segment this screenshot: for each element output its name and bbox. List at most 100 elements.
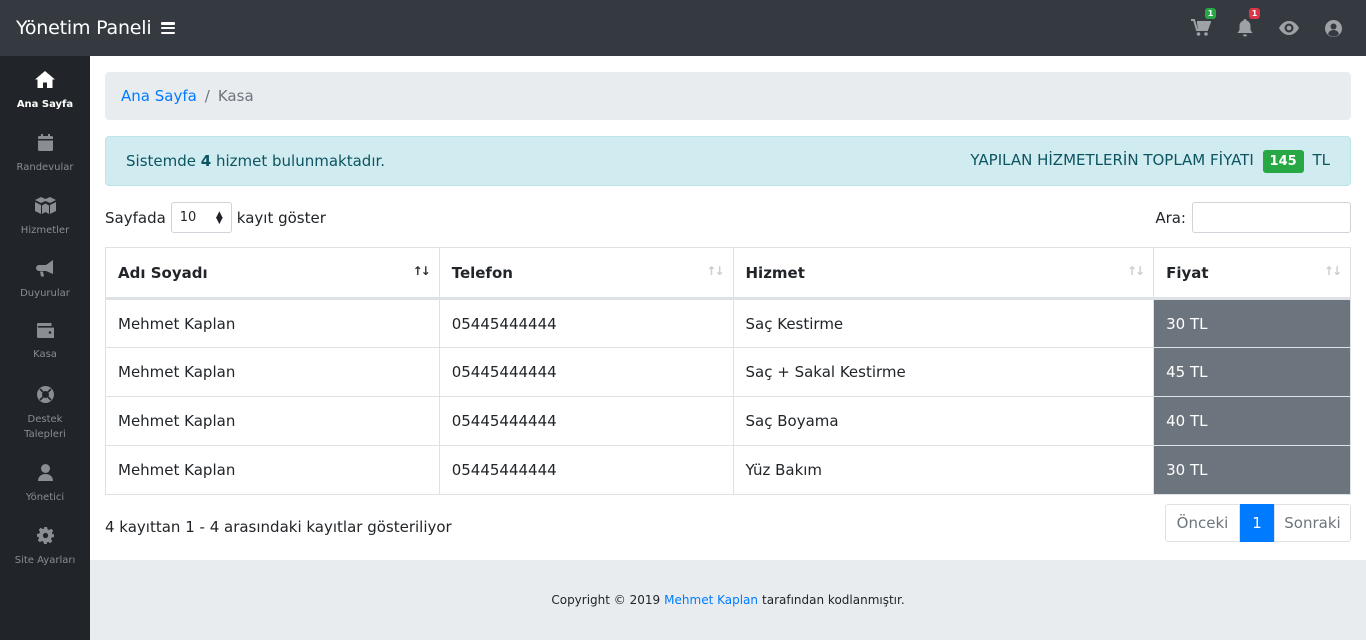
search-input[interactable] [1192, 202, 1351, 233]
menu-toggle-icon[interactable] [161, 22, 176, 34]
wallet-icon [36, 323, 54, 342]
pagination: Önceki 1 Sonraki [1165, 504, 1351, 542]
page-length-control: Sayfada 10 ▲ ▼ kayıt göster [105, 202, 326, 233]
summary-alert: Sistemde 4 hizmet bulunmaktadır. YAPILAN… [105, 136, 1351, 186]
sidebar-item-ana-sayfa[interactable]: Ana Sayfa [0, 56, 90, 119]
sidebar-item-label: Kasa [33, 349, 57, 360]
services-table: Adı Soyadı ↑↓ Telefon ↑↓ Hizmet ↑↓ Fiyat ↑↓ … [105, 247, 1351, 495]
total-badge: 145 [1262, 149, 1304, 173]
cell-price: 30 TL [1153, 298, 1351, 348]
column-header-phone[interactable]: Telefon ↑↓ [438, 247, 734, 300]
header-label: Adı Soyadı [118, 263, 208, 282]
cell-price: 40 TL [1153, 396, 1351, 446]
sidebar-item-label: Ana Sayfa [16, 99, 74, 110]
lifering-icon [36, 386, 54, 407]
pagination-next[interactable]: Sonraki [1274, 504, 1351, 542]
sidebar-item-label: Randevular [16, 162, 74, 173]
page-length-select[interactable]: 10 ▲ ▼ [170, 202, 232, 233]
cell-service: Yüz Bakım [732, 445, 1155, 495]
top-icons: 1 1 [1190, 0, 1344, 56]
cell-name: Mehmet Kaplan [105, 347, 440, 397]
cell-price: 45 TL [1153, 347, 1351, 397]
cell-phone: 05445444444 [438, 298, 734, 348]
table-row: Mehmet Kaplan 05445444444 Saç Kestirme 3… [105, 298, 1351, 348]
total-price-text: YAPILAN HİZMETLERİN TOPLAM FİYATI 145 TL [970, 149, 1330, 173]
sort-icon: ↑↓ [1323, 264, 1342, 278]
cell-service: Saç Kestirme [732, 298, 1155, 348]
table-row: Mehmet Kaplan 05445444444 Saç Boyama 40 … [105, 396, 1351, 446]
cell-name: Mehmet Kaplan [105, 396, 440, 446]
breadcrumb-home-link[interactable]: Ana Sayfa [121, 87, 197, 105]
breadcrumb-separator: / [204, 87, 210, 105]
service-count-text: Sistemde 4 hizmet bulunmaktadır. [126, 152, 385, 170]
breadcrumb-current: Kasa [217, 87, 254, 105]
home-icon [35, 71, 55, 92]
sort-icon: ↑↓ [1127, 264, 1145, 278]
cell-phone: 05445444444 [438, 347, 734, 397]
pagination-page-1[interactable]: 1 [1240, 504, 1274, 542]
bell-badge: 1 [1249, 8, 1260, 19]
sidebar-item-label: Duyurular [20, 288, 70, 299]
sidebar-item-label: Site Ayarları [14, 555, 76, 566]
footer: Copyright © 2019 Mehmet Kaplan tarafında… [90, 560, 1366, 640]
sidebar: Ana Sayfa Randevular Hizmetler Duyurular… [0, 56, 90, 640]
sidebar-item-destek-talepleri[interactable]: Destek Talepleri [0, 371, 90, 449]
pagination-previous[interactable]: Önceki [1165, 504, 1240, 542]
bell-icon[interactable]: 1 [1234, 8, 1260, 39]
cell-name: Mehmet Kaplan [105, 298, 440, 348]
table-search: Ara: [1155, 202, 1351, 233]
boxes-icon [34, 197, 56, 218]
column-header-service[interactable]: Hizmet ↑↓ [732, 247, 1155, 300]
total-label: YAPILAN HİZMETLERİN TOPLAM FİYATI [970, 150, 1254, 169]
sidebar-item-kasa[interactable]: Kasa [0, 308, 90, 371]
user-circle-icon[interactable] [1322, 17, 1344, 39]
cell-price: 30 TL [1153, 445, 1351, 495]
cell-service: Saç Boyama [732, 396, 1155, 446]
header-label: Fiyat [1166, 263, 1209, 282]
column-header-name[interactable]: Adı Soyadı ↑↓ [105, 247, 440, 300]
service-count: 4 [200, 152, 212, 170]
breadcrumb: Ana Sayfa / Kasa [105, 72, 1351, 120]
sort-icon: ↑↓ [412, 264, 431, 278]
search-label: Ara: [1155, 208, 1186, 227]
length-prefix: Sayfada [105, 208, 166, 227]
cell-service: Saç + Sakal Kestirme [732, 347, 1155, 397]
user-icon [37, 464, 53, 485]
bullhorn-icon [35, 260, 55, 281]
sidebar-item-hizmetler[interactable]: Hizmetler [0, 182, 90, 245]
cell-name: Mehmet Kaplan [105, 445, 440, 495]
cart-icon[interactable]: 1 [1190, 8, 1216, 39]
sidebar-item-label: Yönetici [25, 492, 65, 503]
table-header-row: Adı Soyadı ↑↓ Telefon ↑↓ Hizmet ↑↓ Fiyat ↑↓ [105, 247, 1351, 300]
sidebar-item-label: Destek Talepleri [24, 412, 66, 442]
length-suffix: kayıt göster [236, 208, 326, 227]
sort-icon: ↑↓ [706, 264, 724, 278]
select-arrows-icon: ▲ ▼ [215, 209, 223, 226]
footer-author-link[interactable]: Mehmet Kaplan [664, 593, 758, 607]
header-label: Telefon [451, 263, 513, 282]
top-navbar: Yönetim Paneli 1 1 [0, 0, 1366, 56]
footer-suffix: tarafından kodlanmıştır. [762, 593, 905, 607]
sidebar-item-label: Hizmetler [20, 225, 70, 236]
sidebar-item-site-ayarlari[interactable]: Site Ayarları [0, 512, 90, 575]
cart-badge: 1 [1205, 8, 1216, 19]
brand-title[interactable]: Yönetim Paneli [16, 17, 152, 39]
sidebar-item-randevular[interactable]: Randevular [0, 119, 90, 182]
sidebar-item-duyurular[interactable]: Duyurular [0, 245, 90, 308]
calendar-icon [37, 134, 53, 155]
sidebar-label-line1: Destek [27, 414, 63, 425]
cell-phone: 05445444444 [438, 396, 734, 446]
page-length-value: 10 [179, 210, 197, 225]
alert-prefix: Sistemde [126, 152, 196, 170]
column-header-price[interactable]: Fiyat ↑↓ [1153, 247, 1351, 300]
total-unit: TL [1312, 150, 1330, 169]
table-row: Mehmet Kaplan 05445444444 Saç + Sakal Ke… [105, 347, 1351, 397]
main-content: Ana Sayfa / Kasa Sistemde 4 hizmet bulun… [90, 56, 1366, 560]
header-label: Hizmet [745, 263, 805, 282]
table-row: Mehmet Kaplan 05445444444 Yüz Bakım 30 T… [105, 445, 1351, 495]
cog-icon [36, 527, 54, 548]
sidebar-label-line2: Talepleri [24, 429, 66, 440]
sidebar-item-yonetici[interactable]: Yönetici [0, 449, 90, 512]
cell-phone: 05445444444 [438, 445, 734, 495]
eye-icon[interactable] [1278, 17, 1300, 39]
